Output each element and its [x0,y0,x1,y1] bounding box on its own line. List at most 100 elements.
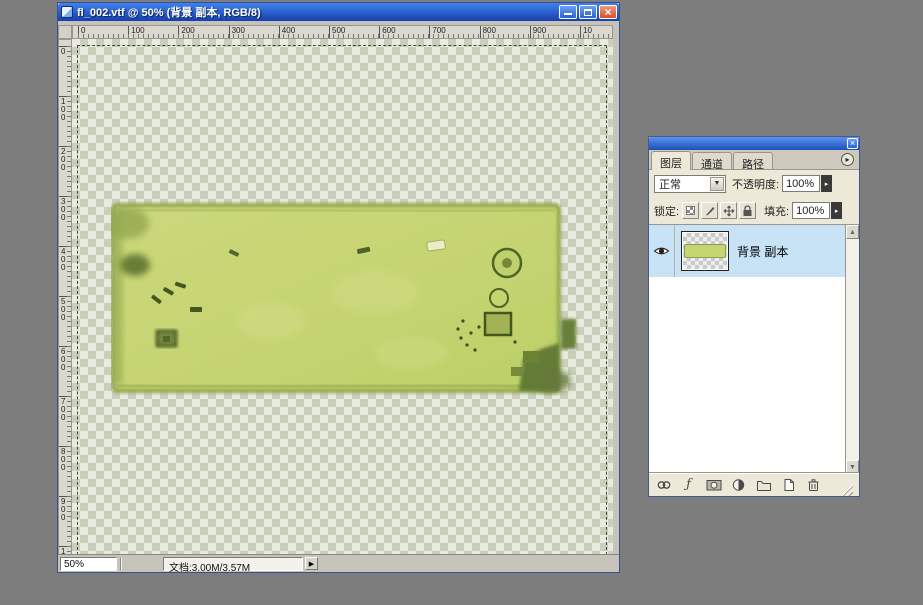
new-group-button[interactable] [755,477,772,493]
statusbar-divider [120,557,121,570]
ruler-label: 300 [231,26,245,35]
ruler-label: 600 [61,347,66,372]
new-layer-icon [784,478,794,491]
panel-close-button[interactable] [847,138,858,149]
eye-icon [653,247,670,255]
restore-icon [584,8,592,16]
link-layers-button[interactable] [655,477,672,493]
ruler-label: 600 [382,26,396,35]
desktop: { "colors": { "desktop": "#7d7d7d", "tit… [0,0,923,605]
lock-transparency-button[interactable] [682,202,700,219]
ruler-label: 900 [61,497,66,522]
fill-slider-arrow[interactable] [831,202,843,219]
tab-layers[interactable]: 图层 [651,151,691,170]
lock-options-row: 锁定: 填充: 100% [649,197,859,224]
ruler-label: 700 [432,26,446,35]
layer-group-icon [756,480,771,491]
opacity-value: 100% [786,177,815,190]
lock-image-button[interactable] [701,202,719,219]
layer-thumbnail-image [683,233,727,269]
ruler-label: 100 [61,97,66,122]
layer-list: 背景 副本 [649,224,847,474]
layer-mask-icon [706,479,721,490]
opacity-slider-arrow[interactable] [821,175,833,192]
layer-list-scrollbar[interactable] [845,224,859,474]
ruler-label: 500 [61,297,66,322]
layer-row[interactable]: 背景 副本 [649,225,847,277]
ruler-label: 0 [61,47,66,56]
status-menu-arrow[interactable] [305,557,318,570]
layer-mask-button[interactable] [705,477,722,493]
layer-thumbnail[interactable] [681,231,729,271]
chevron-down-icon[interactable] [710,176,724,191]
tab-paths[interactable]: 路径 [733,152,773,171]
vertical-ruler[interactable]: 0 100 200 300 400 500 600 700 800 900 1 [58,39,72,556]
map-image [111,203,576,393]
zoom-level-field[interactable]: 50% [60,556,117,571]
document-window: fl_002.vtf @ 50% (背景 副本, RGB/8) 0 100 200 3… [57,2,620,574]
lock-label: 锁定: [654,205,680,218]
horizontal-ruler[interactable]: 0 100 200 300 400 500 600 700 800 900 10 [72,25,613,39]
link-icon [657,480,670,489]
panel-tabs: 图层 通道 路径 [649,150,859,171]
scroll-up-button[interactable] [846,225,859,239]
fill-field[interactable]: 100% [792,202,831,219]
panel-menu-button[interactable] [841,153,854,166]
ruler-tick [379,26,381,38]
ruler-corner [58,25,72,39]
ruler-tick [529,26,531,38]
ruler-tick [228,26,230,38]
minimize-icon [564,13,572,15]
ruler-tick [479,26,481,38]
blend-options-row: 正常 不透明度: 100% [649,170,859,197]
canvas-area[interactable] [72,39,613,556]
layers-panel-footer [649,472,859,496]
ruler-label: 200 [61,147,66,172]
ruler-label: 0 [81,26,86,35]
ruler-tick [429,26,431,38]
blend-mode-value: 正常 [659,178,681,191]
delete-layer-button[interactable] [805,477,822,493]
lock-all-button[interactable] [739,202,757,219]
adjustment-layer-icon [732,478,745,491]
document-titlebar[interactable]: fl_002.vtf @ 50% (背景 副本, RGB/8) [58,3,619,21]
ruler-label: 100 [131,26,145,35]
ruler-label: 900 [532,26,547,35]
ruler-label: 200 [181,26,195,35]
ruler-tick [128,26,130,38]
lock-transparency-icon [686,206,696,215]
fill-label: 填充: [764,205,790,218]
opacity-label: 不透明度: [732,178,780,191]
ruler-tick [329,26,330,38]
ruler-tick [278,26,280,38]
tab-channels[interactable]: 通道 [692,152,732,171]
lock-position-button[interactable] [720,202,738,219]
new-layer-button[interactable] [780,477,797,493]
ruler-label: 400 [281,26,296,35]
lock-icon [743,204,752,216]
minimize-button[interactable] [559,5,577,19]
layers-panel: 图层 通道 路径 正常 不透明度: 100% 锁定: 填充: 100% [648,136,860,497]
brush-icon [705,206,715,215]
ruler-label: 400 [61,247,66,272]
blend-mode-select[interactable]: 正常 [654,174,726,193]
ruler-label: 500 [332,26,346,35]
ruler-label: 800 [61,447,66,472]
ruler-label: 800 [482,26,496,35]
document-icon [61,6,73,18]
fill-value: 100% [796,204,825,217]
close-button[interactable] [599,5,617,19]
panel-resize-grip[interactable] [840,483,853,496]
delete-layer-icon [808,478,819,491]
ruler-tick [78,26,79,38]
opacity-field[interactable]: 100% [782,175,821,192]
visibility-toggle[interactable] [649,225,675,277]
layers-panel-titlebar[interactable] [649,137,859,150]
document-size-field: 文档:3.00M/3.57M [163,556,303,574]
layer-style-button[interactable] [680,477,697,493]
window-controls [559,5,617,19]
layer-style-icon [686,477,691,492]
adjustment-layer-button[interactable] [730,477,747,493]
restore-button[interactable] [579,5,597,19]
ruler-tick [580,26,581,38]
